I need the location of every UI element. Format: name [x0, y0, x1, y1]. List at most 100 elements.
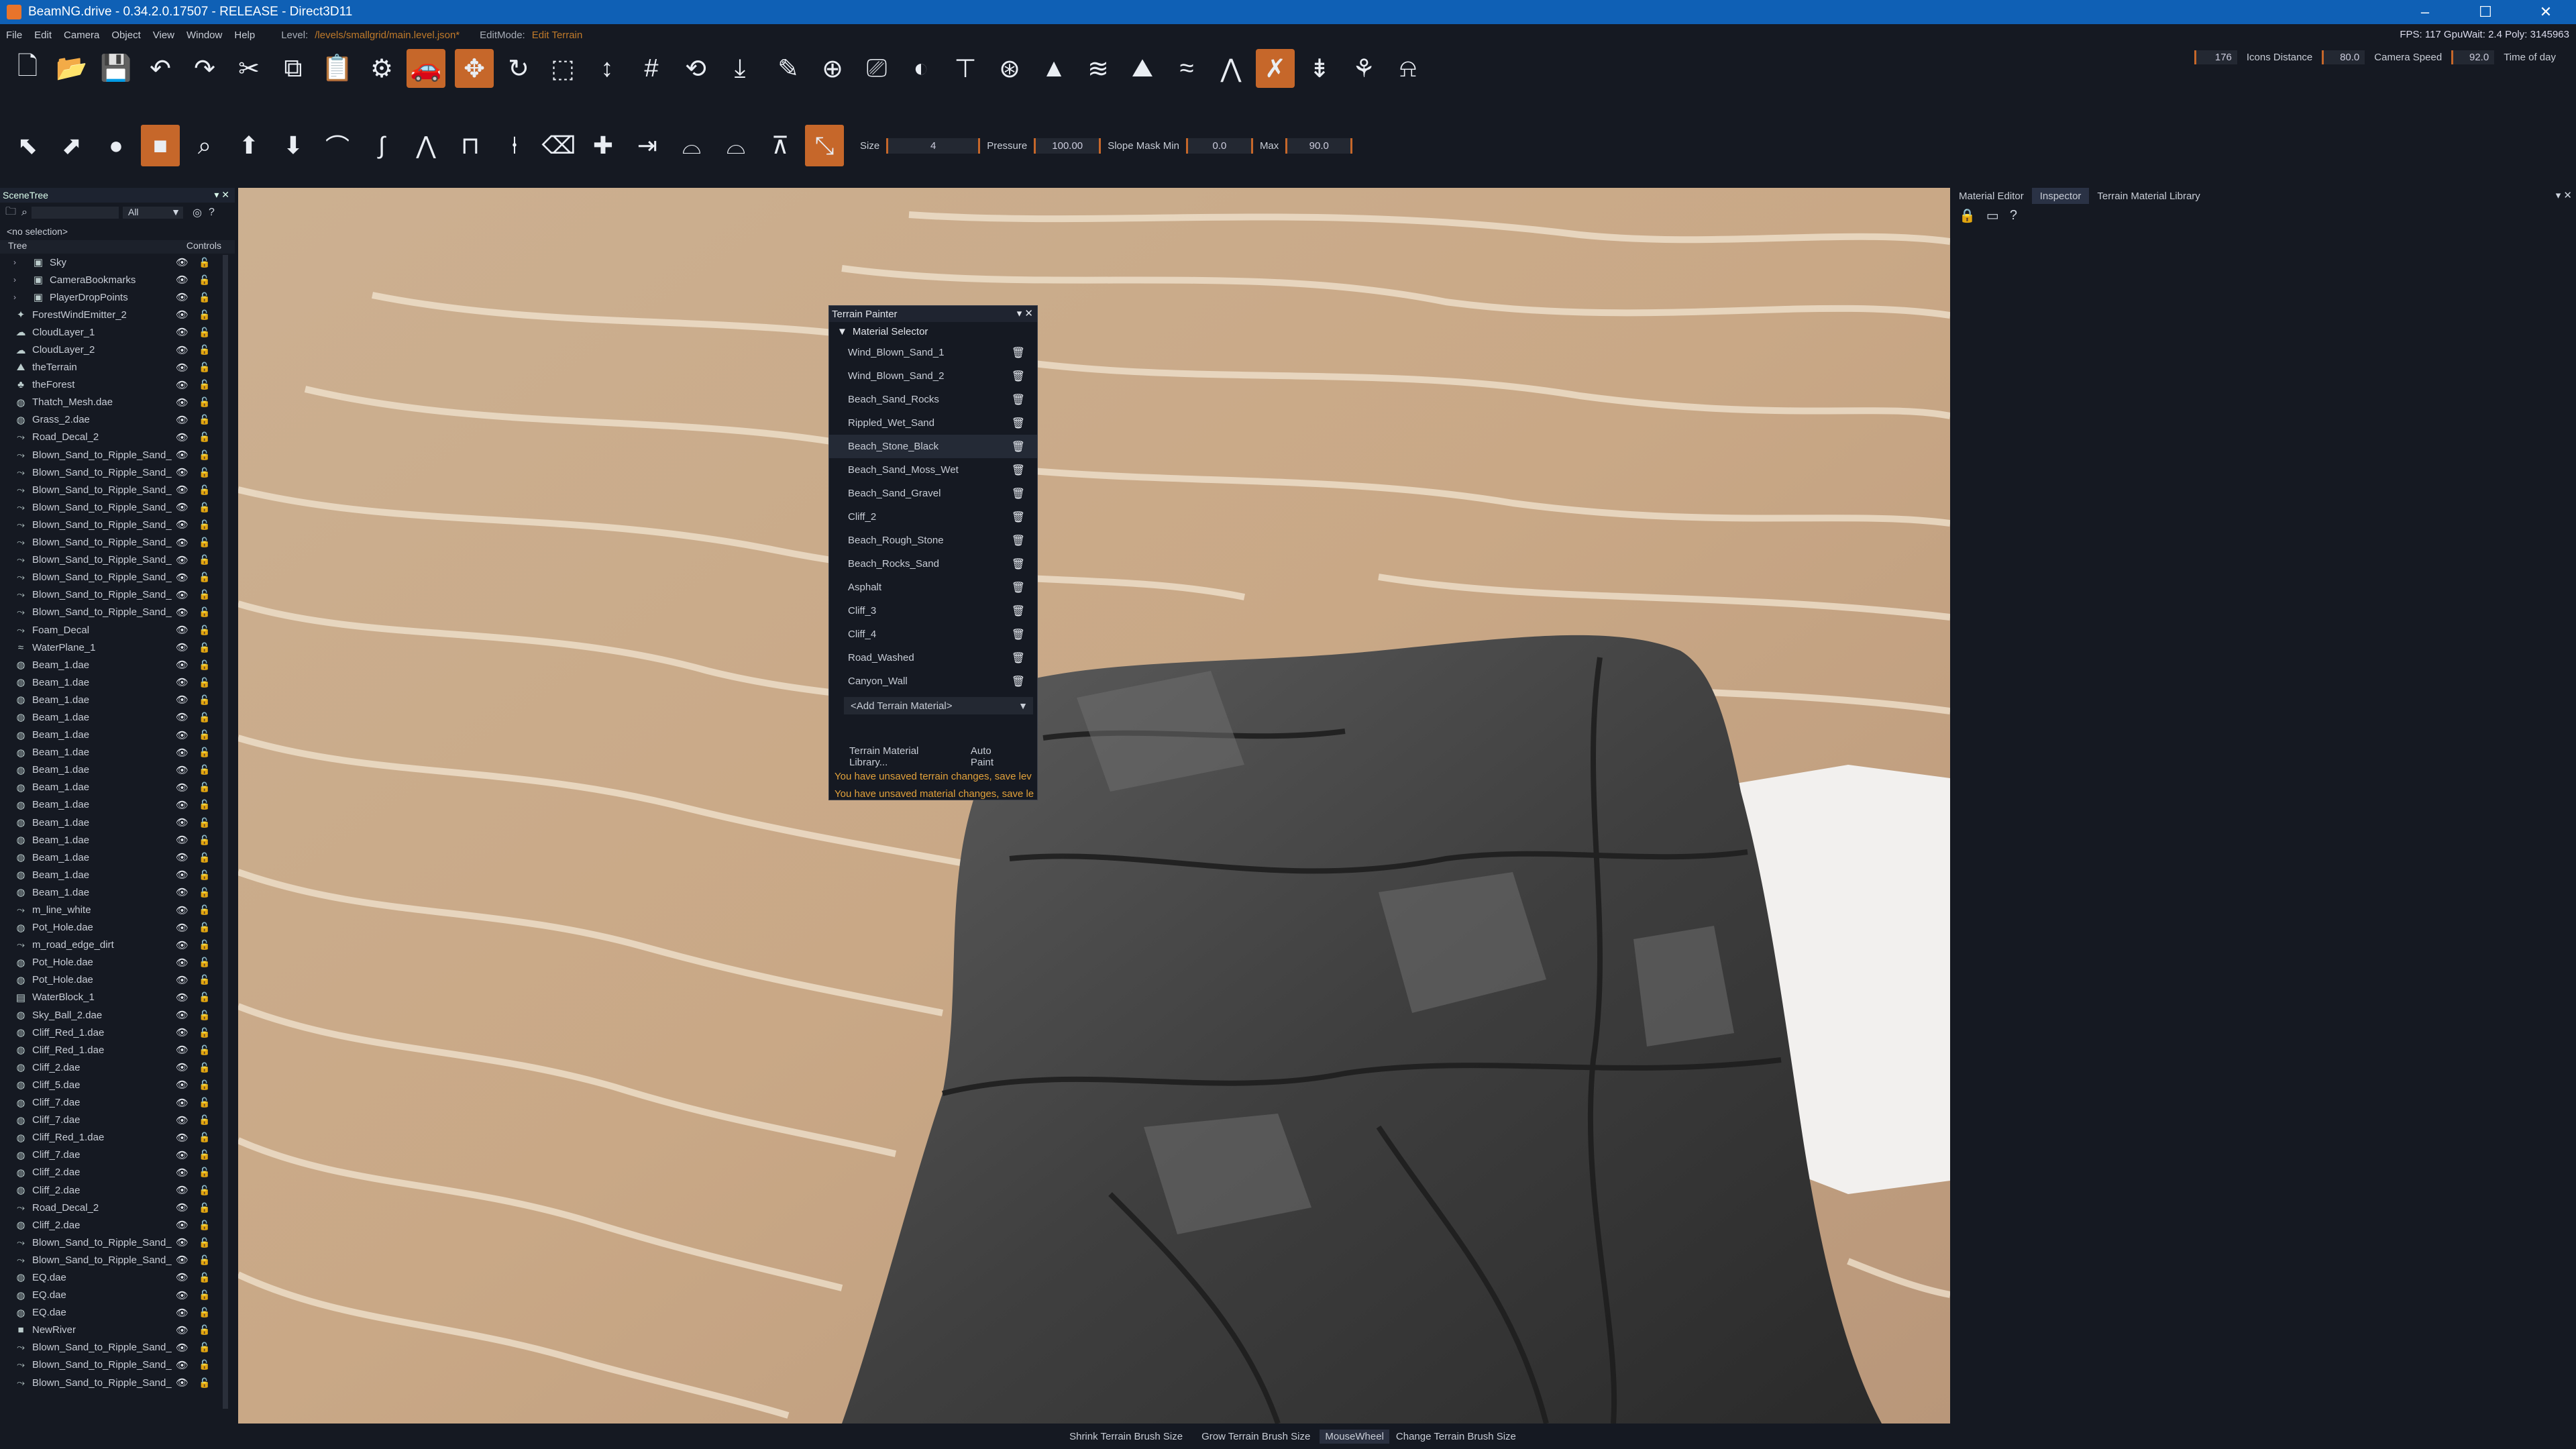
visibility-eye-icon[interactable]: 👁: [176, 1236, 189, 1248]
visibility-eye-icon[interactable]: 👁: [176, 1201, 189, 1214]
lock-icon[interactable]: 🔓: [199, 431, 210, 443]
lock-icon[interactable]: 🔓: [199, 554, 210, 566]
panel-menu-icon[interactable]: ▾ ✕: [214, 189, 229, 201]
lock-icon[interactable]: 🔓: [199, 274, 210, 286]
visibility-eye-icon[interactable]: 👁: [176, 379, 189, 391]
visibility-eye-icon[interactable]: 👁: [176, 572, 189, 584]
tree-row[interactable]: ⤳ Blown_Sand_to_Ripple_Sand_ 👁 🔓: [0, 534, 235, 551]
drop-to-ground-icon[interactable]: ⤓: [720, 49, 759, 88]
lock-icon[interactable]: 🔓: [199, 309, 210, 321]
minimize-button[interactable]: –: [2395, 0, 2455, 24]
material-item[interactable]: Cliff_2 🗑: [829, 505, 1037, 529]
lock-icon[interactable]: 🔓: [199, 1324, 210, 1336]
tree-row[interactable]: ≈ WaterPlane_1 👁 🔓: [0, 639, 235, 656]
visibility-eye-icon[interactable]: 👁: [176, 1097, 189, 1109]
visibility-eye-icon[interactable]: 👁: [176, 1167, 189, 1179]
lock-icon[interactable]: 🔓: [199, 1027, 210, 1038]
tree-row[interactable]: ☁ CloudLayer_2 👁 🔓: [0, 341, 235, 358]
lock-icon[interactable]: 🔒: [1959, 207, 1976, 224]
pencil-icon[interactable]: ✎: [769, 49, 808, 88]
auto-paint-button[interactable]: Auto Paint: [971, 745, 1010, 768]
id-card-icon[interactable]: ▭: [1986, 207, 1999, 224]
tree-row[interactable]: ⤳ Blown_Sand_to_Ripple_Sand_ 👁 🔓: [0, 1251, 235, 1269]
tree-row[interactable]: ◍ Beam_1.dae 👁 🔓: [0, 779, 235, 796]
size-slider[interactable]: 4: [886, 138, 981, 154]
lock-icon[interactable]: 🔓: [199, 642, 210, 653]
visibility-eye-icon[interactable]: 👁: [176, 1342, 189, 1354]
maximize-button[interactable]: ☐: [2455, 0, 2516, 24]
material-item[interactable]: Cliff_3 🗑: [829, 599, 1037, 623]
lock-icon[interactable]: 🔓: [199, 257, 210, 268]
new-file-icon[interactable]: 🗋: [8, 49, 47, 88]
tree-row[interactable]: › ▣ PlayerDropPoints 👁 🔓: [0, 288, 235, 306]
lock-icon[interactable]: 🔓: [199, 1079, 210, 1091]
lock-icon[interactable]: 🔓: [199, 1254, 210, 1266]
lock-icon[interactable]: 🔓: [199, 362, 210, 373]
tree-row[interactable]: ⤳ Blown_Sand_to_Ripple_Sand_ 👁 🔓: [0, 516, 235, 533]
noise-icon[interactable]: ⋀: [407, 125, 445, 166]
panel-controls-icon[interactable]: ▾ ✕: [2556, 189, 2572, 201]
height-icon[interactable]: ↕: [588, 49, 627, 88]
tree-row[interactable]: ⤳ Blown_Sand_to_Ripple_Sand_ 👁 🔓: [0, 1339, 235, 1356]
trash-icon[interactable]: 🗑: [1012, 464, 1025, 477]
lock-icon[interactable]: 🔓: [199, 537, 210, 548]
visibility-eye-icon[interactable]: 👁: [176, 1061, 189, 1073]
menu-window[interactable]: Window: [180, 30, 228, 41]
trash-icon[interactable]: 🗑: [1012, 651, 1025, 665]
visibility-eye-icon[interactable]: 👁: [176, 1289, 189, 1301]
lock-icon[interactable]: 🔓: [199, 922, 210, 933]
lock-icon[interactable]: 🔓: [199, 396, 210, 408]
visibility-eye-icon[interactable]: 👁: [176, 1044, 189, 1056]
tree-row[interactable]: ⤳ Blown_Sand_to_Ripple_Sand_ 👁 🔓: [0, 1374, 235, 1391]
lock-icon[interactable]: 🔓: [199, 625, 210, 636]
lock-icon[interactable]: 🔓: [199, 1307, 210, 1318]
lock-icon[interactable]: 🔓: [199, 939, 210, 951]
visibility-eye-icon[interactable]: 👁: [176, 1114, 189, 1126]
tree-row[interactable]: ■ NewRiver 👁 🔓: [0, 1322, 235, 1339]
visibility-eye-icon[interactable]: 👁: [176, 799, 189, 811]
menu-camera[interactable]: Camera: [58, 30, 105, 41]
lock-icon[interactable]: 🔓: [199, 1132, 210, 1143]
lock-icon[interactable]: 🔓: [199, 991, 210, 1003]
tree-row[interactable]: ♣ theForest 👁 🔓: [0, 376, 235, 394]
visibility-eye-icon[interactable]: 👁: [176, 904, 189, 916]
tree-row[interactable]: ◍ Cliff_7.dae 👁 🔓: [0, 1094, 235, 1112]
menu-object[interactable]: Object: [105, 30, 146, 41]
clear-icon[interactable]: ⇥: [628, 125, 667, 166]
tree-row[interactable]: ⛰ theTerrain 👁 🔓: [0, 359, 235, 376]
tree-row[interactable]: ◍ Beam_1.dae 👁 🔓: [0, 727, 235, 744]
road-sign-icon[interactable]: ⊤: [946, 49, 985, 88]
lock-icon[interactable]: 🔓: [199, 1149, 210, 1161]
material-item[interactable]: Asphalt 🗑: [829, 576, 1037, 599]
menu-help[interactable]: Help: [228, 30, 261, 41]
lock-icon[interactable]: 🔓: [199, 572, 210, 583]
tree-row[interactable]: ◍ Beam_1.dae 👁 🔓: [0, 883, 235, 901]
tree-row[interactable]: ◍ Pot_Hole.dae 👁 🔓: [0, 971, 235, 989]
lock-icon[interactable]: 🔓: [199, 852, 210, 863]
tab-terrain-material-library[interactable]: Terrain Material Library: [2089, 188, 2208, 204]
tree-row[interactable]: ◍ Beam_1.dae 👁 🔓: [0, 866, 235, 883]
window-controls-icon[interactable]: ▾ ✕: [1017, 307, 1033, 319]
smooth-icon[interactable]: ⌒: [318, 125, 357, 166]
tree-row[interactable]: ◍ Pot_Hole.dae 👁 🔓: [0, 954, 235, 971]
material-item[interactable]: Beach_Rocks_Sand 🗑: [829, 552, 1037, 576]
visibility-eye-icon[interactable]: 👁: [176, 886, 189, 898]
close-button[interactable]: ✕: [2516, 0, 2576, 24]
vehicle-icon[interactable]: 🚗: [407, 49, 445, 88]
trash-icon[interactable]: 🗑: [1012, 346, 1025, 360]
tree-row[interactable]: › ▣ CameraBookmarks 👁 🔓: [0, 271, 235, 288]
add-circle-icon[interactable]: ⊕: [813, 49, 852, 88]
tree-row[interactable]: ⤳ Blown_Sand_to_Ripple_Sand_ 👁 🔓: [0, 1356, 235, 1374]
visibility-eye-icon[interactable]: 👁: [176, 466, 189, 478]
paste-icon[interactable]: 📋: [318, 49, 357, 88]
terrain-material-library-button[interactable]: Terrain Material Library...: [849, 745, 944, 768]
visibility-eye-icon[interactable]: 👁: [176, 869, 189, 881]
visibility-eye-icon[interactable]: 👁: [176, 1079, 189, 1091]
visibility-eye-icon[interactable]: 👁: [176, 344, 189, 356]
visibility-eye-icon[interactable]: 👁: [176, 1377, 189, 1389]
scene-search-input[interactable]: [31, 207, 119, 219]
visibility-eye-icon[interactable]: 👁: [176, 431, 189, 443]
material-item[interactable]: Beach_Sand_Rocks 🗑: [829, 388, 1037, 411]
slope-max-slider[interactable]: 90.0: [1285, 138, 1353, 154]
visibility-eye-icon[interactable]: 👁: [176, 1324, 189, 1336]
